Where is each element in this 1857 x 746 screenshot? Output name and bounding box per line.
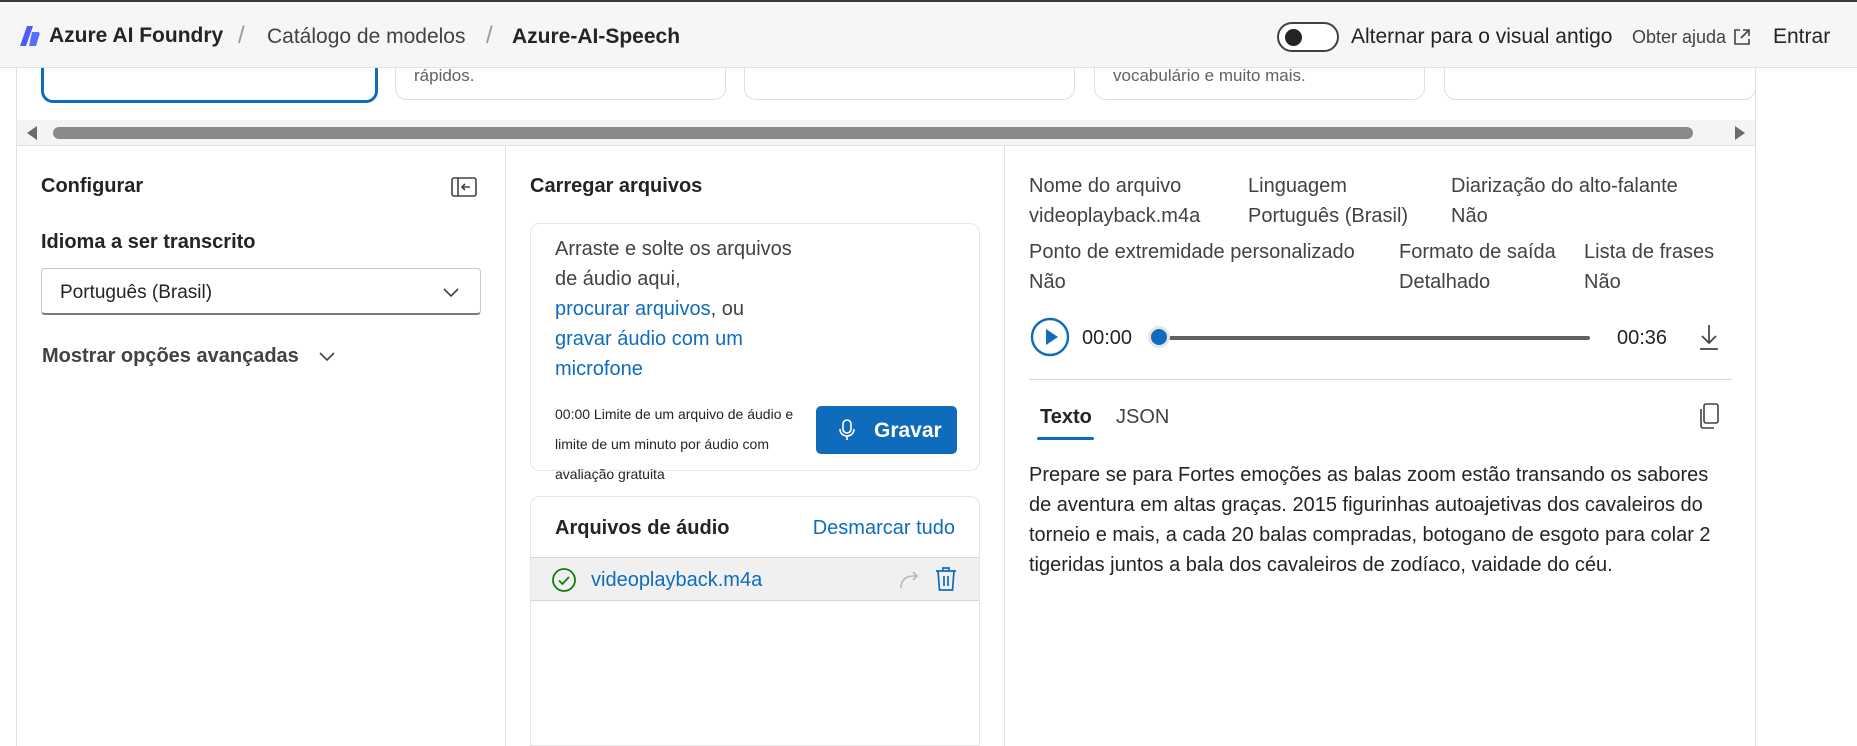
play-icon[interactable] xyxy=(1030,317,1070,357)
copy-icon[interactable] xyxy=(1698,403,1720,429)
scenario-card[interactable] xyxy=(744,68,1075,100)
detail-value: Não xyxy=(1584,271,1621,293)
help-link[interactable]: Obter ajuda xyxy=(1632,27,1726,48)
tab-text[interactable]: Texto xyxy=(1040,406,1092,429)
divider xyxy=(1029,379,1732,380)
active-tab-indicator xyxy=(1037,437,1094,440)
azure-foundry-logo-icon xyxy=(20,26,40,46)
transcription-text: Prepare se para Fortes emoções as balas … xyxy=(1029,464,1711,576)
toggle-knob xyxy=(1285,29,1302,46)
brand-name[interactable]: Azure AI Foundry xyxy=(49,24,223,48)
chevron-down-icon[interactable] xyxy=(318,347,336,365)
top-header: Azure AI Foundry / Catálogo de modelos /… xyxy=(0,0,1857,68)
scenario-card[interactable]: rápidos. xyxy=(395,66,726,100)
collapse-panel-icon[interactable] xyxy=(451,176,477,198)
record-button-label: Gravar xyxy=(874,419,942,442)
file-name-link[interactable]: videoplayback.m4a xyxy=(591,569,762,592)
signin-button[interactable]: Entrar xyxy=(1773,25,1830,49)
file-list-item[interactable]: videoplayback.m4a xyxy=(531,557,979,601)
upload-title: Carregar arquivos xyxy=(530,175,703,197)
drop-text: Arraste e solte os arquivos de áudio aqu… xyxy=(555,238,792,290)
detail-label: Lista de frases xyxy=(1584,241,1715,263)
unselect-all-link[interactable]: Desmarcar tudo xyxy=(813,517,955,540)
detail-value: Detalhado xyxy=(1399,271,1491,293)
language-label: Idioma a ser transcrito xyxy=(41,231,256,253)
scenario-card-selected[interactable] xyxy=(41,68,378,103)
detail-label: Formato de saída xyxy=(1399,241,1556,263)
external-link-icon[interactable] xyxy=(1732,27,1752,47)
scenario-card[interactable] xyxy=(1444,68,1756,100)
audio-files-panel: Arquivos de áudio Desmarcar tudo videopl… xyxy=(530,496,980,746)
retry-icon[interactable] xyxy=(897,568,921,592)
legacy-view-toggle[interactable] xyxy=(1277,22,1339,52)
detail-value: Português (Brasil) xyxy=(1248,205,1409,227)
current-time: 00:00 xyxy=(1082,327,1133,349)
chevron-down-icon xyxy=(443,288,459,298)
tab-json[interactable]: JSON xyxy=(1116,406,1169,429)
drop-instructions: Arraste e solte os arquivos de áudio aqu… xyxy=(555,234,815,384)
divider xyxy=(17,145,1755,146)
download-icon[interactable] xyxy=(1697,323,1721,351)
breadcrumb-model-catalog[interactable]: Catálogo de modelos xyxy=(267,25,465,49)
audio-files-title: Arquivos de áudio xyxy=(555,517,730,539)
scroll-right-arrow-icon[interactable] xyxy=(1735,126,1745,140)
configure-title: Configurar xyxy=(41,175,144,197)
advanced-options-toggle[interactable]: Mostrar opções avançadas xyxy=(42,345,299,368)
detail-label: Diarização do alto-falante xyxy=(1451,175,1678,197)
column-divider xyxy=(505,146,506,746)
detail-value: Não xyxy=(1029,271,1066,293)
detail-value: videoplayback.m4a xyxy=(1029,205,1201,227)
limit-note: 00:00 Limite de um arquivo de áudio e li… xyxy=(555,406,794,482)
duration: 00:36 xyxy=(1617,327,1668,349)
record-audio-link[interactable]: gravar áudio com um microfone xyxy=(555,328,743,380)
language-select-value: Português (Brasil) xyxy=(60,282,213,303)
or-text: , ou xyxy=(710,298,744,320)
scroll-left-arrow-icon[interactable] xyxy=(27,126,37,140)
breadcrumb-separator: / xyxy=(486,22,493,49)
legacy-view-toggle-label: Alternar para o visual antigo xyxy=(1351,25,1613,48)
detail-label: Linguagem xyxy=(1248,175,1347,197)
record-button[interactable]: Gravar xyxy=(816,406,957,454)
detail-label: Ponto de extremidade personalizado xyxy=(1029,241,1355,263)
breadcrumb-current: Azure-AI-Speech xyxy=(512,25,681,48)
detail-value: Não xyxy=(1451,205,1488,227)
column-divider xyxy=(1004,146,1005,746)
language-select[interactable]: Português (Brasil) xyxy=(41,268,481,315)
card-text: rápidos. xyxy=(414,66,475,85)
card-text: vocabulário e muito mais. xyxy=(1113,66,1306,85)
cards-horizontal-scrollbar[interactable] xyxy=(17,120,1755,146)
browse-files-link[interactable]: procurar arquivos xyxy=(555,298,711,320)
file-drop-zone[interactable]: Arraste e solte os arquivos de áudio aqu… xyxy=(530,223,980,482)
delete-icon[interactable] xyxy=(934,566,958,592)
microphone-icon xyxy=(839,419,855,440)
detail-label: Nome do arquivo xyxy=(1029,175,1182,197)
seek-handle[interactable] xyxy=(1148,326,1170,348)
scrollbar-thumb[interactable] xyxy=(53,127,1693,139)
breadcrumb-separator: / xyxy=(238,22,245,49)
check-icon xyxy=(552,568,576,592)
scenario-card[interactable]: vocabulário e muito mais. xyxy=(1094,66,1425,100)
audio-seek-bar[interactable] xyxy=(1158,336,1590,340)
